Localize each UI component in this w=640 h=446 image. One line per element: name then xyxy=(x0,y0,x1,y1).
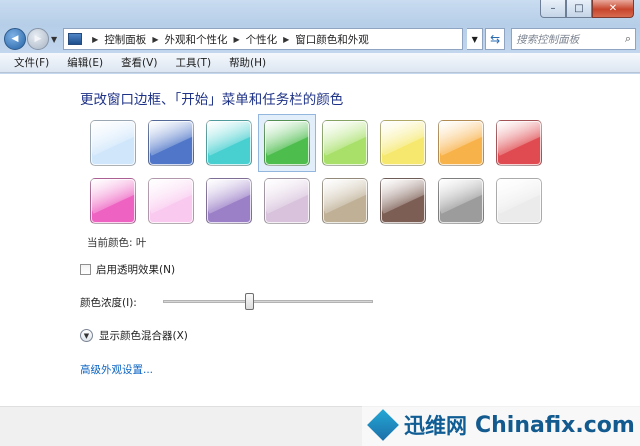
color-swatch-frost[interactable] xyxy=(490,172,548,230)
intensity-label: 颜色浓度(I): xyxy=(80,297,137,309)
color-swatch-tile xyxy=(90,120,136,166)
back-button[interactable]: ◀ xyxy=(4,28,26,50)
breadcrumb-personalization[interactable]: 个性化 xyxy=(246,32,278,47)
color-swatch-tile xyxy=(148,178,194,224)
recent-pages-dropdown-icon[interactable]: ▼ xyxy=(51,35,57,44)
watermark-en-text: Chinafix.com xyxy=(475,412,635,438)
watermark: 迅维网 Chinafix.com xyxy=(362,404,640,446)
color-swatch-tile xyxy=(90,178,136,224)
breadcrumb-control-panel[interactable]: 控制面板 xyxy=(104,32,146,47)
maximize-button[interactable]: □ xyxy=(566,0,592,18)
color-swatch-tile xyxy=(206,120,252,166)
color-swatch-tile xyxy=(322,178,368,224)
menu-tools[interactable]: 工具(T) xyxy=(169,55,217,70)
forward-button[interactable]: ▶ xyxy=(27,28,49,50)
control-panel-window: – □ ✕ ◀ ▶ ▼ ▶ 控制面板 ▶ 外观和个性化 ▶ 个性化 ▶ 窗口颜色… xyxy=(0,0,640,446)
color-swatch-sea[interactable] xyxy=(200,114,258,172)
control-panel-icon xyxy=(68,33,83,45)
search-input[interactable]: 搜索控制面板 ⌕ xyxy=(511,28,636,50)
navigation-bar: ◀ ▶ ▼ ▶ 控制面板 ▶ 外观和个性化 ▶ 个性化 ▶ 窗口颜色和外观 ▼ … xyxy=(4,26,636,52)
transparency-option[interactable]: 启用透明效果(N) xyxy=(80,262,175,277)
forward-arrow-icon: ▶ xyxy=(34,34,42,44)
advanced-appearance-link[interactable]: 高级外观设置... xyxy=(80,362,153,377)
breadcrumb-separator-icon[interactable]: ▶ xyxy=(233,35,239,44)
current-color-caption: 当前颜色: xyxy=(87,237,133,249)
current-color-label: 当前颜色: 叶 xyxy=(87,235,146,250)
color-swatch-pumpkin[interactable] xyxy=(432,114,490,172)
color-swatch-grid xyxy=(84,114,554,230)
refresh-icon: ⇆ xyxy=(490,32,501,46)
menu-view[interactable]: 查看(V) xyxy=(115,55,163,70)
menu-bar: 文件(F) 编辑(E) 查看(V) 工具(T) 帮助(H) xyxy=(0,53,640,73)
chinafix-logo-icon xyxy=(367,409,399,441)
content-pane: 更改窗口边框、「开始」菜单和任务栏的颜色 当前颜色: 叶 启用透明效果(N) 颜… xyxy=(0,74,640,406)
menu-edit[interactable]: 编辑(E) xyxy=(61,55,109,70)
color-swatch-blush[interactable] xyxy=(490,114,548,172)
color-swatch-violet[interactable] xyxy=(200,172,258,230)
color-swatch-tile xyxy=(322,120,368,166)
minimize-button[interactable]: – xyxy=(540,0,566,18)
breadcrumb-separator-icon[interactable]: ▶ xyxy=(92,35,98,44)
color-swatch-tile xyxy=(438,120,484,166)
color-swatch-tile xyxy=(496,178,542,224)
color-swatch-slate[interactable] xyxy=(432,172,490,230)
color-swatch-chocolate[interactable] xyxy=(374,172,432,230)
page-title: 更改窗口边框、「开始」菜单和任务栏的颜色 xyxy=(80,92,344,108)
color-swatch-lavender[interactable] xyxy=(258,172,316,230)
address-bar[interactable]: ▶ 控制面板 ▶ 外观和个性化 ▶ 个性化 ▶ 窗口颜色和外观 xyxy=(63,28,464,50)
current-color-value: 叶 xyxy=(135,237,147,249)
color-swatch-sky[interactable] xyxy=(84,114,142,172)
breadcrumb-separator-icon[interactable]: ▶ xyxy=(152,35,158,44)
menu-help[interactable]: 帮助(H) xyxy=(223,55,272,70)
color-swatch-tile xyxy=(148,120,194,166)
menu-file[interactable]: 文件(F) xyxy=(8,55,55,70)
breadcrumb-separator-icon[interactable]: ▶ xyxy=(283,35,289,44)
color-mixer-toggle[interactable]: ▼ 显示颜色混合器(X) xyxy=(80,328,188,343)
refresh-button[interactable]: ⇆ xyxy=(485,28,506,50)
color-swatch-pink[interactable] xyxy=(142,172,200,230)
color-swatch-tile xyxy=(264,120,310,166)
color-swatch-tile xyxy=(380,178,426,224)
transparency-label: 启用透明效果(N) xyxy=(96,264,176,276)
color-swatch-tile xyxy=(206,178,252,224)
color-swatch-taupe[interactable] xyxy=(316,172,374,230)
chevron-down-icon[interactable]: ▼ xyxy=(80,329,93,342)
search-icon[interactable]: ⌕ xyxy=(625,32,631,46)
watermark-cn-text: 迅维网 xyxy=(404,414,467,438)
color-mixer-label: 显示颜色混合器(X) xyxy=(99,330,188,342)
back-arrow-icon: ◀ xyxy=(11,34,19,44)
color-swatch-lime[interactable] xyxy=(316,114,374,172)
search-placeholder: 搜索控制面板 xyxy=(516,33,580,46)
intensity-option: 颜色浓度(I): xyxy=(80,295,137,310)
color-swatch-twilight[interactable] xyxy=(142,114,200,172)
address-dropdown-button[interactable]: ▼ xyxy=(467,28,484,50)
close-button[interactable]: ✕ xyxy=(592,0,634,18)
transparency-checkbox[interactable] xyxy=(80,264,91,275)
color-swatch-tile xyxy=(380,120,426,166)
breadcrumb-appearance[interactable]: 外观和个性化 xyxy=(164,32,227,47)
intensity-slider-track[interactable] xyxy=(163,300,373,303)
color-swatch-fuchsia[interactable] xyxy=(84,172,142,230)
color-swatch-tile xyxy=(264,178,310,224)
caption-buttons: – □ ✕ xyxy=(540,0,634,18)
color-swatch-tile xyxy=(438,178,484,224)
color-swatch-leaf[interactable] xyxy=(258,114,316,172)
chevron-down-icon: ▼ xyxy=(471,34,478,44)
color-swatch-tile xyxy=(496,120,542,166)
breadcrumb-window-color[interactable]: 窗口颜色和外观 xyxy=(295,32,369,47)
color-swatch-lemon[interactable] xyxy=(374,114,432,172)
intensity-slider-thumb[interactable] xyxy=(245,293,255,310)
